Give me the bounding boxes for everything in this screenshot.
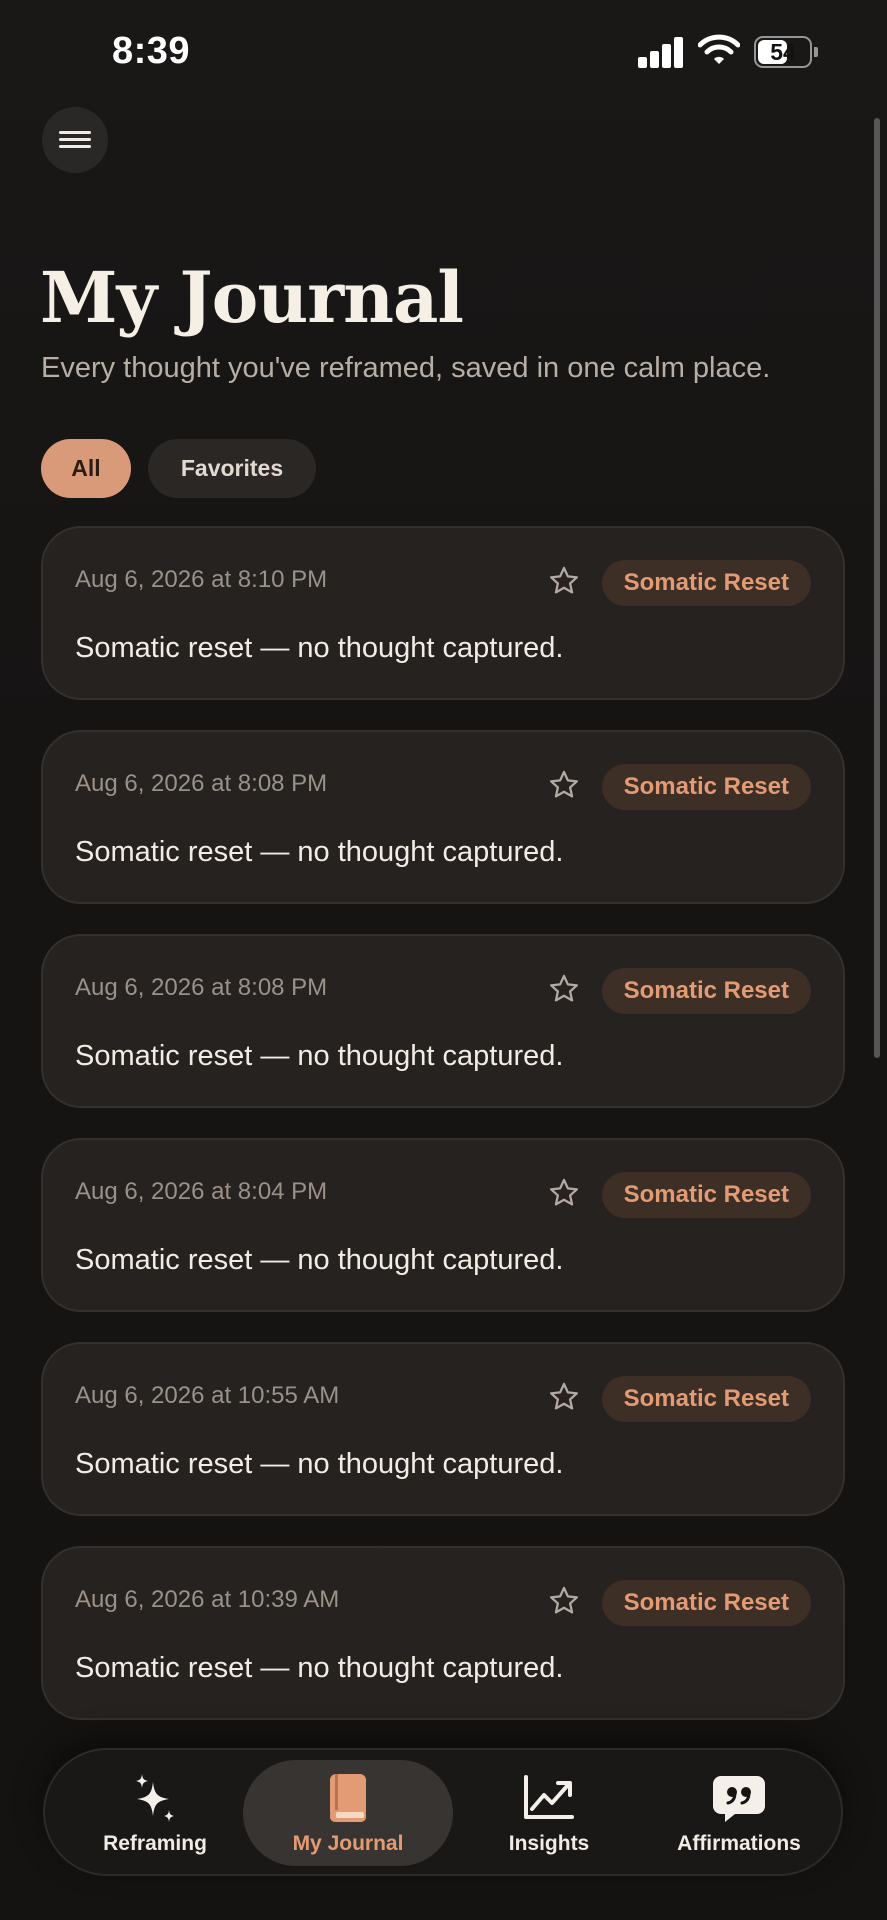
entry-date: Aug 6, 2026 at 10:55 AM xyxy=(75,1382,340,1409)
favorite-star-icon[interactable] xyxy=(547,768,581,802)
book-icon xyxy=(330,1774,366,1822)
status-time: 8:39 xyxy=(112,30,191,72)
journal-entry-card[interactable]: Aug 6, 2026 at 8:10 PM Somatic Reset Som… xyxy=(41,526,845,700)
bottom-tab-bar: Reframing My Journal Insights Affirmatio… xyxy=(43,1748,843,1876)
entry-text: Somatic reset — no thought captured. xyxy=(75,1448,564,1480)
entry-text: Somatic reset — no thought captured. xyxy=(75,1244,564,1276)
filter-favorites-chip[interactable]: Favorites xyxy=(148,439,316,498)
entry-type-badge: Somatic Reset xyxy=(601,1580,811,1626)
favorite-star-icon[interactable] xyxy=(547,1584,581,1618)
journal-entry-list: Aug 6, 2026 at 8:10 PM Somatic Reset Som… xyxy=(41,526,845,1750)
entry-type-badge: Somatic Reset xyxy=(601,1172,811,1218)
journal-entry-card[interactable]: Aug 6, 2026 at 8:08 PM Somatic Reset Som… xyxy=(41,934,845,1108)
entry-type-badge: Somatic Reset xyxy=(601,560,811,606)
entry-type-badge: Somatic Reset xyxy=(601,968,811,1014)
scroll-indicator[interactable] xyxy=(874,118,880,1058)
sparkles-icon xyxy=(136,1774,174,1822)
entry-date: Aug 6, 2026 at 8:04 PM xyxy=(75,1178,328,1205)
page-subtitle: Every thought you've reframed, saved in … xyxy=(41,352,771,384)
favorite-star-icon[interactable] xyxy=(547,1176,581,1210)
status-bar: 8:39 54 xyxy=(0,0,887,104)
tab-label: Reframing xyxy=(103,1832,207,1855)
tab-affirmations[interactable]: Affirmations xyxy=(645,1760,833,1866)
entry-type-badge: Somatic Reset xyxy=(601,1376,811,1422)
entry-text: Somatic reset — no thought captured. xyxy=(75,1040,564,1072)
tab-label: Insights xyxy=(508,1832,590,1855)
favorite-star-icon[interactable] xyxy=(547,972,581,1006)
filter-all-chip[interactable]: All xyxy=(41,439,131,498)
tab-label: My Journal xyxy=(292,1832,404,1855)
tab-insights[interactable]: Insights xyxy=(463,1760,635,1866)
journal-entry-card[interactable]: Aug 6, 2026 at 10:39 AM Somatic Reset So… xyxy=(41,1546,845,1720)
journal-screen: 8:39 54 My Journal Every thought you've … xyxy=(0,0,887,1920)
quote-bubble-icon xyxy=(713,1776,765,1822)
entry-text: Somatic reset — no thought captured. xyxy=(75,836,564,868)
menu-button[interactable] xyxy=(42,107,108,173)
entry-text: Somatic reset — no thought captured. xyxy=(75,632,564,664)
journal-entry-card[interactable]: Aug 6, 2026 at 8:08 PM Somatic Reset Som… xyxy=(41,730,845,904)
page-title: My Journal xyxy=(40,256,464,339)
tab-my-journal[interactable]: My Journal xyxy=(243,1760,453,1866)
battery-icon: 54 xyxy=(754,36,818,68)
journal-entry-card[interactable]: Aug 6, 2026 at 10:55 AM Somatic Reset So… xyxy=(41,1342,845,1516)
wifi-icon xyxy=(698,34,740,64)
battery-level: 54 xyxy=(770,39,796,65)
tab-reframing[interactable]: Reframing xyxy=(67,1760,243,1866)
entry-date: Aug 6, 2026 at 10:39 AM xyxy=(75,1586,340,1613)
chart-line-icon xyxy=(524,1775,574,1819)
favorite-star-icon[interactable] xyxy=(547,564,581,598)
favorite-star-icon[interactable] xyxy=(547,1380,581,1414)
entry-date: Aug 6, 2026 at 8:10 PM xyxy=(75,566,328,593)
entry-type-badge: Somatic Reset xyxy=(601,764,811,810)
entry-date: Aug 6, 2026 at 8:08 PM xyxy=(75,770,328,797)
entry-date: Aug 6, 2026 at 8:08 PM xyxy=(75,974,328,1001)
hamburger-menu-icon xyxy=(59,131,91,149)
cellular-signal-icon xyxy=(638,36,684,68)
journal-entry-card[interactable]: Aug 6, 2026 at 8:04 PM Somatic Reset Som… xyxy=(41,1138,845,1312)
tab-label: Affirmations xyxy=(677,1832,801,1855)
entry-text: Somatic reset — no thought captured. xyxy=(75,1652,564,1684)
